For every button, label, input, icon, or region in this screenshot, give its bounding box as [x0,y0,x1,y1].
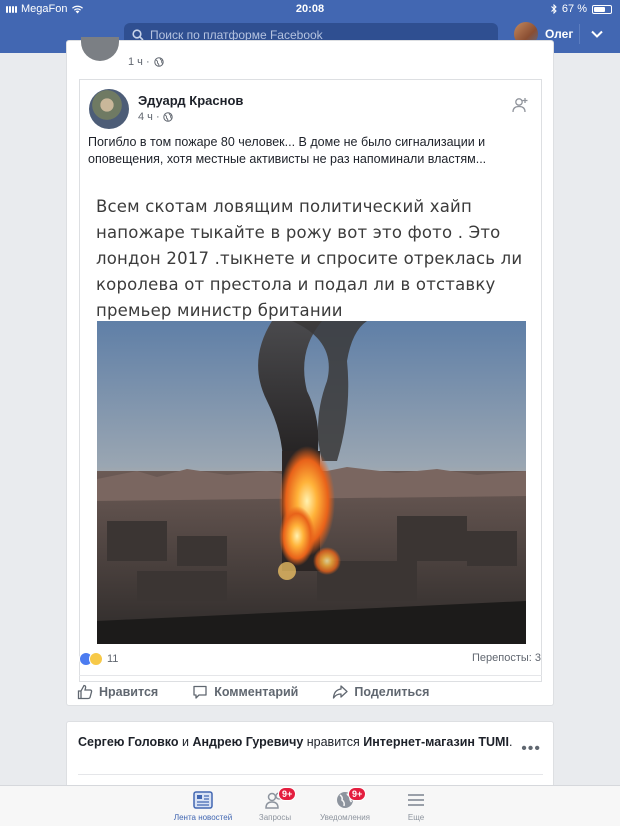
post-meta: 4 ч · [138,111,173,123]
reaction-icons [79,652,103,666]
tab-news-feed[interactable]: Лента новостей [163,790,243,822]
author-name[interactable]: Эдуард Краснов [138,93,243,108]
menu-icon [408,794,424,806]
tab-more[interactable]: Еще [376,790,456,822]
tab-friend-requests[interactable]: 9+ Запросы [235,787,315,822]
activity-verb: нравится [303,735,364,749]
battery-info: 67 % [551,3,612,15]
ios-status-bar: MegaFon 20:08 67 % [0,0,620,18]
user-name: Олег [545,27,574,41]
add-friend-icon[interactable] [511,96,529,114]
tab-label: Лента новостей [173,813,233,822]
shared-post[interactable]: Эдуард Краснов 4 ч · Погибло в том пожар… [79,79,542,682]
tab-label: Еще [407,813,425,822]
like-label: Нравится [99,685,159,699]
period: . [508,735,513,749]
news-feed-icon [193,791,213,809]
share-label: Поделиться [354,685,430,699]
bluetooth-icon [551,4,557,14]
battery-icon [592,4,612,14]
post-actions: Нравится Комментарий Поделиться [77,684,429,700]
reactions-count: 11 [107,653,119,665]
tab-label: Уведомления [319,813,371,822]
conjunction: и [178,735,193,749]
clock: 20:08 [295,3,325,15]
like-button[interactable]: Нравится [77,684,158,700]
share-arrow-icon [333,685,349,699]
author-avatar[interactable] [89,89,129,129]
search-icon [132,28,144,41]
battery-percent: 67 % [561,3,587,15]
friend-activity-text: Сергею Головко и Андрею Гуревичу нравитс… [78,733,518,751]
chevron-down-icon[interactable] [590,27,604,41]
globe-icon [153,57,164,67]
sharer-avatar[interactable] [81,37,119,61]
requests-badge: 9+ [278,787,297,801]
friend-link[interactable]: Сергею Головко [78,735,179,749]
tower-fire-photo [97,321,526,644]
story-time[interactable]: 1 ч · [128,56,150,68]
post-image[interactable]: Всем скотам ловящим политический хайп на… [80,184,541,681]
shares-count[interactable]: Перепосты: 3 [472,652,541,664]
comment-icon [193,685,207,699]
notifications-badge: 9+ [348,787,367,801]
page-link[interactable]: Интернет-магазин TUMI [363,735,509,749]
more-options-icon[interactable]: ••• [521,740,541,758]
globe-icon [162,112,173,122]
comment-button[interactable]: Комментарий [192,684,298,700]
story-divider [78,774,543,775]
sad-reaction-icon [89,652,103,666]
tab-label: Запросы [258,813,292,822]
post-time[interactable]: 4 ч · [138,111,160,123]
friend-link[interactable]: Андрею Гуревичу [192,735,303,749]
story-meta: 1 ч · [128,56,164,68]
thumbs-up-icon [77,684,93,700]
reactions-summary[interactable]: 11 [79,652,118,666]
bottom-tab-bar: Лента новостей 9+ Запросы 9+ Уведомления… [0,785,620,826]
comment-label: Комментарий [214,685,299,699]
feed-story: 1 ч · Эдуард Краснов 4 ч · Погибло в том… [66,37,554,706]
share-button[interactable]: Поделиться [332,684,429,700]
image-caption: Всем скотам ловящим политический хайп на… [96,197,523,320]
tab-notifications[interactable]: 9+ Уведомления [305,787,385,822]
header-divider [579,24,580,44]
post-text: Погибло в том пожаре 80 человек... В дом… [88,135,487,166]
actions-divider [79,675,542,676]
